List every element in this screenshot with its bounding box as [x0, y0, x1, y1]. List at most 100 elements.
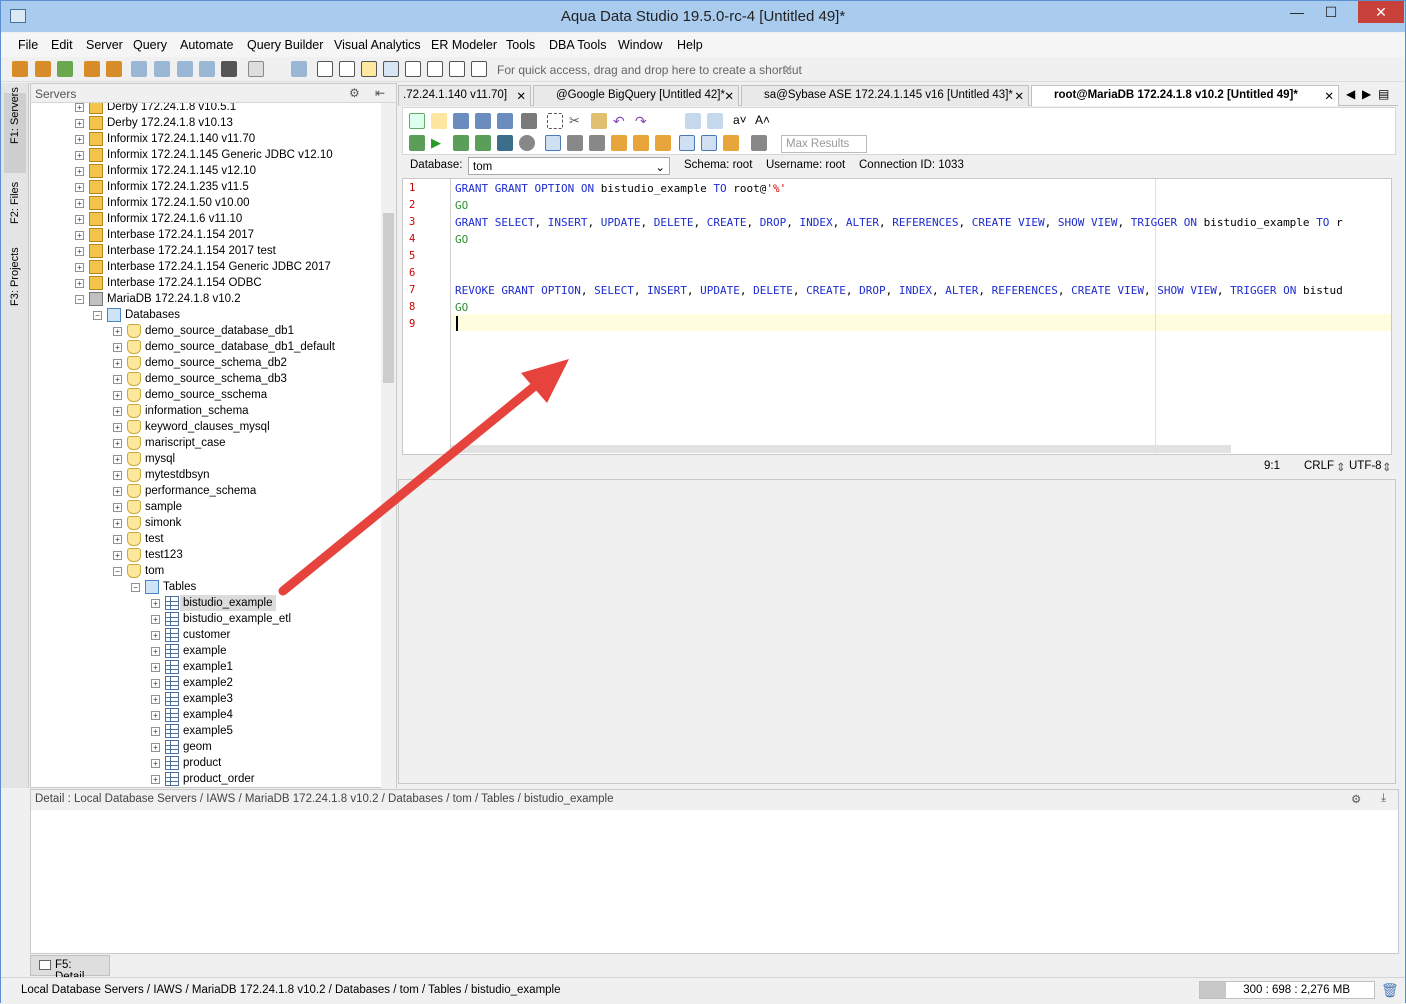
expand-toggle-icon[interactable]: +: [151, 647, 160, 656]
chart-icon[interactable]: [361, 61, 377, 77]
memory-meter[interactable]: 300 : 698 : 2,276 MB: [1199, 981, 1375, 999]
expand-toggle-icon[interactable]: +: [75, 135, 84, 144]
minimize-panel-icon[interactable]: ⤓: [1381, 792, 1386, 805]
tree-node[interactable]: − Tables: [31, 579, 381, 595]
results-text-icon[interactable]: [701, 135, 717, 151]
execute-all-icon[interactable]: [409, 135, 425, 151]
edit-server-icon[interactable]: [35, 61, 51, 77]
tree-node[interactable]: + test: [31, 531, 381, 547]
script-icon[interactable]: [248, 61, 264, 77]
expand-toggle-icon[interactable]: +: [151, 695, 160, 704]
format-icon[interactable]: [611, 135, 627, 151]
tab-bigquery[interactable]: @Google BigQuery [Untitled 42]* ✕: [533, 85, 739, 106]
table-view-icon[interactable]: [383, 61, 399, 77]
tree-node[interactable]: + mytestdbsyn: [31, 467, 381, 483]
tree-node[interactable]: + demo_source_schema_db3: [31, 371, 381, 387]
tab-list-icon[interactable]: ▤: [1378, 87, 1389, 101]
tree-node[interactable]: + keyword_clauses_mysql: [31, 419, 381, 435]
expand-toggle-icon[interactable]: +: [151, 663, 160, 672]
garbage-collect-icon[interactable]: 🗑: [1381, 982, 1399, 999]
tree-node[interactable]: + mariscript_case: [31, 435, 381, 451]
menu-automate[interactable]: Automate: [180, 38, 234, 52]
expand-toggle-icon[interactable]: +: [75, 119, 84, 128]
tree-node[interactable]: + Informix 172.24.1.235 v11.5: [31, 179, 381, 195]
redo-icon[interactable]: ↷: [635, 113, 651, 129]
minimize-button[interactable]: —: [1281, 1, 1313, 23]
tree-node[interactable]: + example: [31, 643, 381, 659]
expand-toggle-icon[interactable]: −: [75, 295, 84, 304]
tab-projects[interactable]: F3: Projects: [4, 247, 26, 335]
expand-toggle-icon[interactable]: +: [113, 391, 122, 400]
expand-toggle-icon[interactable]: +: [151, 615, 160, 624]
expand-toggle-icon[interactable]: +: [75, 151, 84, 160]
menu-server[interactable]: Server: [86, 38, 123, 52]
tab-detail[interactable]: F5: Detail: [30, 955, 110, 983]
expand-toggle-icon[interactable]: +: [151, 759, 160, 768]
compare-icon[interactable]: [154, 61, 170, 77]
tree-node[interactable]: + information_schema: [31, 403, 381, 419]
tree-node[interactable]: + demo_source_database_db1: [31, 323, 381, 339]
tree-node[interactable]: + sample: [31, 499, 381, 515]
expand-toggle-icon[interactable]: +: [75, 199, 84, 208]
tab-files[interactable]: F2: Files: [4, 182, 26, 243]
tree-node[interactable]: + performance_schema: [31, 483, 381, 499]
tree-node[interactable]: + bistudio_example: [31, 595, 381, 611]
expand-toggle-icon[interactable]: +: [151, 711, 160, 720]
tree-node[interactable]: − MariaDB 172.24.1.8 v10.2: [31, 291, 381, 307]
close-tab-icon[interactable]: ✕: [1014, 89, 1024, 103]
expand-toggle-icon[interactable]: +: [113, 487, 122, 496]
expand-toggle-icon[interactable]: +: [113, 375, 122, 384]
scroll-thumb[interactable]: [383, 213, 394, 383]
menu-dba-tools[interactable]: DBA Tools: [549, 38, 606, 52]
tree-node[interactable]: + Informix 172.24.1.145 Generic JDBC v12.…: [31, 147, 381, 163]
expand-toggle-icon[interactable]: +: [113, 519, 122, 528]
new-file-icon[interactable]: [409, 113, 425, 129]
expand-toggle-icon[interactable]: +: [113, 343, 122, 352]
menu-window[interactable]: Window: [618, 38, 662, 52]
tree-node[interactable]: + customer: [31, 627, 381, 643]
expand-toggle-icon[interactable]: +: [113, 407, 122, 416]
tree-node[interactable]: + Interbase 172.24.1.154 ODBC: [31, 275, 381, 291]
tree-node[interactable]: − Databases: [31, 307, 381, 323]
expand-toggle-icon[interactable]: +: [75, 167, 84, 176]
split-icon[interactable]: [405, 61, 421, 77]
tree-node[interactable]: + example5: [31, 723, 381, 739]
max-results-input[interactable]: Max Results: [781, 135, 867, 153]
tab-next-icon[interactable]: ▶: [1362, 87, 1371, 101]
explain-icon[interactable]: [497, 135, 513, 151]
gear-icon[interactable]: ⚙: [349, 86, 360, 100]
select-icon[interactable]: [547, 113, 563, 129]
auto-commit-icon[interactable]: [545, 135, 561, 151]
print-icon[interactable]: [521, 113, 537, 129]
stop-icon[interactable]: [519, 135, 535, 151]
find-icon[interactable]: [685, 113, 701, 129]
close-button[interactable]: ✕: [1358, 1, 1404, 23]
expand-toggle-icon[interactable]: +: [151, 727, 160, 736]
expand-toggle-icon[interactable]: +: [113, 423, 122, 432]
execute-current-icon[interactable]: [453, 135, 469, 151]
tree-node[interactable]: + example2: [31, 675, 381, 691]
save-all-icon[interactable]: [497, 113, 513, 129]
query-icon[interactable]: [84, 61, 100, 77]
menu-file[interactable]: File: [18, 38, 38, 52]
tree-node[interactable]: + test123: [31, 547, 381, 563]
expand-toggle-icon[interactable]: −: [93, 311, 102, 320]
replace-icon[interactable]: [707, 113, 723, 129]
expand-toggle-icon[interactable]: +: [113, 359, 122, 368]
expand-toggle-icon[interactable]: +: [113, 471, 122, 480]
rollback-icon[interactable]: [589, 135, 605, 151]
tree-node[interactable]: + Derby 172.24.1.8 v10.13: [31, 115, 381, 131]
tree-node[interactable]: + product_order: [31, 771, 381, 787]
commit-icon[interactable]: [567, 135, 583, 151]
grid-icon[interactable]: [317, 61, 333, 77]
tree-node[interactable]: + Informix 172.24.1.6 v11.10: [31, 211, 381, 227]
tree-node[interactable]: + product: [31, 755, 381, 771]
schema-icon[interactable]: [131, 61, 147, 77]
expand-toggle-icon[interactable]: +: [151, 631, 160, 640]
expand-toggle-icon[interactable]: +: [75, 263, 84, 272]
menu-query-builder[interactable]: Query Builder: [247, 38, 323, 52]
params-icon[interactable]: [655, 135, 671, 151]
tree-node[interactable]: + example3: [31, 691, 381, 707]
database-select[interactable]: tom ⌄: [468, 157, 670, 175]
expand-toggle-icon[interactable]: +: [113, 455, 122, 464]
